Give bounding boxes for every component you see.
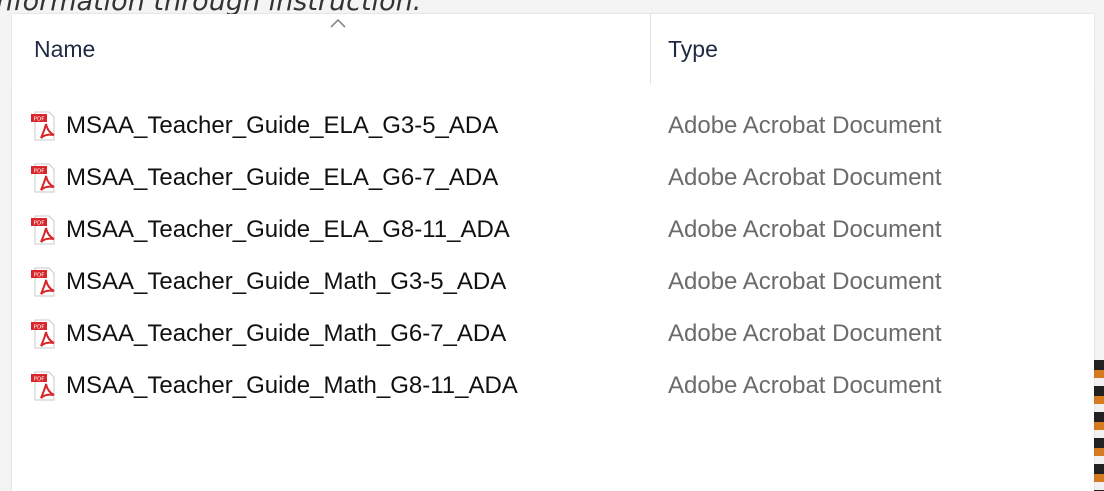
file-type: Adobe Acrobat Document [668,112,942,139]
file-type: Adobe Acrobat Document [668,164,942,191]
file-list: PDF MSAA_Teacher_Guide_ELA_G3-5_ADA Adob… [12,100,1094,412]
pdf-icon: PDF [31,215,55,245]
column-header-type-label: Type [668,35,718,62]
svg-text:PDF: PDF [34,169,45,175]
column-header-type[interactable]: Type [652,14,1092,84]
file-name-cell[interactable]: PDF MSAA_Teacher_Guide_Math_G6-7_ADA [30,308,506,360]
column-header-name-label: Name [34,35,96,62]
file-row[interactable]: PDF MSAA_Teacher_Guide_ELA_G8-11_ADA Ado… [12,204,1094,256]
file-type: Adobe Acrobat Document [668,216,942,243]
pdf-icon: PDF [31,319,55,349]
file-row[interactable]: PDF MSAA_Teacher_Guide_Math_G8-11_ADA Ad… [12,360,1094,412]
file-name: MSAA_Teacher_Guide_ELA_G8-11_ADA [66,216,510,243]
column-divider[interactable] [650,14,651,84]
file-row[interactable]: PDF MSAA_Teacher_Guide_ELA_G3-5_ADA Adob… [12,100,1094,152]
file-name-cell[interactable]: PDF MSAA_Teacher_Guide_ELA_G6-7_ADA [30,152,498,204]
file-name: MSAA_Teacher_Guide_Math_G3-5_ADA [66,268,507,295]
file-name: MSAA_Teacher_Guide_Math_G8-11_ADA [66,372,518,399]
file-row[interactable]: PDF MSAA_Teacher_Guide_Math_G3-5_ADA Ado… [12,256,1094,308]
svg-text:PDF: PDF [34,377,45,383]
column-header-row: Name Type [12,14,1094,84]
pdf-icon: PDF [31,267,55,297]
svg-text:PDF: PDF [34,117,45,123]
file-name-cell[interactable]: PDF MSAA_Teacher_Guide_Math_G8-11_ADA [30,360,518,412]
pdf-icon: PDF [31,111,55,141]
column-header-name[interactable]: Name [12,14,648,84]
file-name: MSAA_Teacher_Guide_ELA_G6-7_ADA [66,164,499,191]
file-row[interactable]: PDF MSAA_Teacher_Guide_Math_G6-7_ADA Ado… [12,308,1094,360]
file-name-cell[interactable]: PDF MSAA_Teacher_Guide_Math_G3-5_ADA [30,256,506,308]
pdf-icon: PDF [31,371,55,401]
file-type: Adobe Acrobat Document [668,320,942,347]
file-type: Adobe Acrobat Document [668,268,942,295]
svg-text:PDF: PDF [34,325,45,331]
file-name-cell[interactable]: PDF MSAA_Teacher_Guide_ELA_G3-5_ADA [30,100,498,152]
file-name: MSAA_Teacher_Guide_ELA_G3-5_ADA [66,112,499,139]
svg-text:PDF: PDF [34,273,45,279]
file-name-cell[interactable]: PDF MSAA_Teacher_Guide_ELA_G8-11_ADA [30,204,510,256]
pdf-icon: PDF [31,163,55,193]
file-name: MSAA_Teacher_Guide_Math_G6-7_ADA [66,320,507,347]
file-explorer-window: Name Type PDF MSAA_Teacher_Guide_ELA_G3-… [12,14,1094,491]
file-row[interactable]: PDF MSAA_Teacher_Guide_ELA_G6-7_ADA Adob… [12,152,1094,204]
svg-text:PDF: PDF [34,221,45,227]
file-type: Adobe Acrobat Document [668,372,942,399]
